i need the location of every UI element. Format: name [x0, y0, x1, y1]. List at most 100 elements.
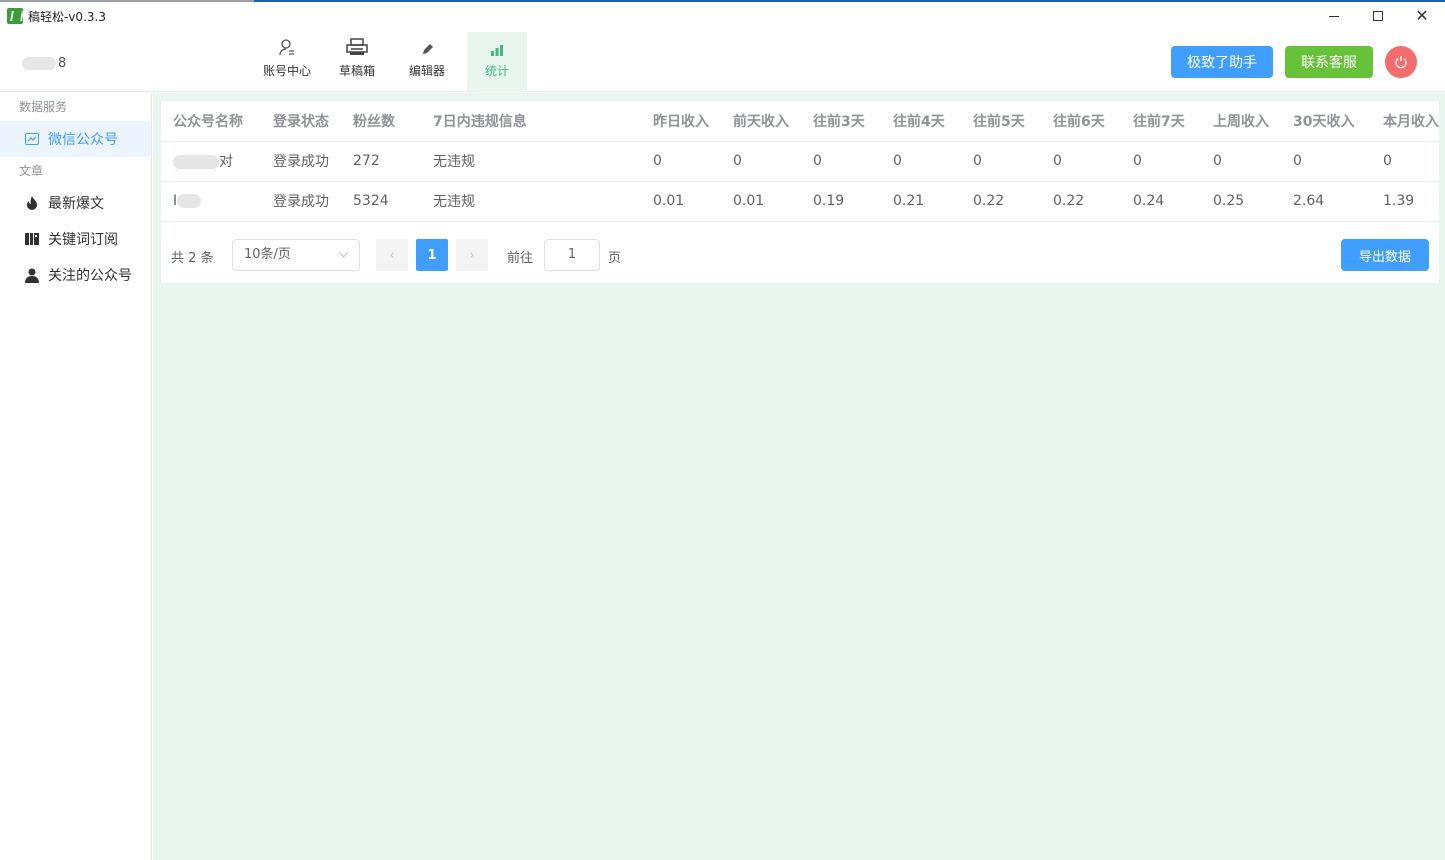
- income-cell: 0.25: [1201, 181, 1281, 222]
- pen-icon: [397, 32, 457, 58]
- power-button[interactable]: [1385, 46, 1417, 78]
- chevron-down-icon: [338, 247, 349, 258]
- sidebar-item-wechat[interactable]: 微信公众号: [0, 121, 151, 157]
- minimize-icon: [1329, 15, 1339, 17]
- income-cell: 0.22: [961, 181, 1041, 222]
- income-cell: 0: [1281, 141, 1371, 182]
- title-bar: 稿轻松-v0.3.3 ✕: [0, 0, 1445, 32]
- income-cell: 0: [1041, 141, 1121, 182]
- income-cell: 0: [641, 141, 721, 182]
- fans-cell: 5324: [341, 181, 421, 222]
- column-header[interactable]: 登录状态: [261, 101, 341, 142]
- account-name-redacted: [173, 155, 219, 169]
- column-header[interactable]: 往前6天: [1041, 101, 1121, 142]
- page-unit-label: 页: [608, 251, 622, 266]
- column-header[interactable]: 往前4天: [881, 101, 961, 142]
- login-status-cell: 登录成功: [261, 141, 341, 182]
- person-icon: [24, 267, 40, 283]
- income-cell: 0.24: [1121, 181, 1201, 222]
- printer-icon: [327, 32, 387, 58]
- export-data-button[interactable]: 导出数据: [1341, 239, 1429, 271]
- income-cell: 2.64: [1281, 181, 1371, 222]
- pagination: 共 2 条 10条/页 ‹ 1 › 前往 1 页 导出数据: [161, 229, 1439, 283]
- table-header-row: 公众号名称 登录状态 粉丝数 7日内违规信息 昨日收入 前天收入 往前3天 往前…: [161, 101, 1439, 142]
- income-cell: 0: [961, 141, 1041, 182]
- pagination-total: 共 2 条: [171, 251, 214, 266]
- close-icon: ✕: [1415, 6, 1429, 25]
- book-icon: [24, 231, 40, 247]
- sidebar-item-followed-accounts[interactable]: 关注的公众号: [0, 257, 151, 293]
- column-header[interactable]: 本月收入: [1371, 101, 1439, 142]
- page-size-select[interactable]: 10条/页: [232, 239, 360, 271]
- next-page-button[interactable]: ›: [456, 239, 488, 271]
- assistant-button[interactable]: 极致了助手: [1171, 46, 1273, 78]
- title-bar-accent: [254, 0, 1445, 2]
- income-cell: 0: [1121, 141, 1201, 182]
- violation-cell: 无违规: [421, 181, 641, 222]
- bar-chart-icon: [467, 32, 527, 58]
- nav-label: 账号中心: [262, 64, 311, 78]
- nav-drafts[interactable]: 草稿箱: [327, 32, 387, 92]
- title-bar-accent: [0, 0, 254, 2]
- main-content: 公众号名称 登录状态 粉丝数 7日内违规信息 昨日收入 前天收入 往前3天 往前…: [153, 93, 1445, 860]
- account-name-cell: 对: [161, 141, 261, 182]
- income-cell: 0.19: [801, 181, 881, 222]
- income-cell: 1.39: [1371, 181, 1439, 222]
- column-header[interactable]: 粉丝数: [341, 101, 421, 142]
- sidebar-item-label: 关注的公众号: [48, 268, 132, 284]
- account-name-cell: I: [161, 181, 261, 222]
- column-header[interactable]: 往前5天: [961, 101, 1041, 142]
- account-name-redacted: [177, 194, 202, 208]
- income-cell: 0.22: [1041, 181, 1121, 222]
- power-icon: [1395, 56, 1407, 69]
- column-header[interactable]: 往前3天: [801, 101, 881, 142]
- column-header[interactable]: 昨日收入: [641, 101, 721, 142]
- sidebar-item-label: 微信公众号: [48, 132, 118, 148]
- column-header[interactable]: 往前7天: [1121, 101, 1201, 142]
- column-header[interactable]: 上周收入: [1201, 101, 1281, 142]
- login-status-cell: 登录成功: [261, 181, 341, 222]
- income-cell: 0.21: [881, 181, 961, 222]
- sidebar: 数据服务 微信公众号 文章 最新爆文 关键词订阅 关注的公众号: [0, 93, 152, 860]
- sidebar-item-hot-articles[interactable]: 最新爆文: [0, 185, 151, 221]
- column-header[interactable]: 7日内违规信息: [421, 101, 641, 142]
- column-header[interactable]: 公众号名称: [161, 101, 261, 142]
- prev-page-button[interactable]: ‹: [376, 239, 408, 271]
- table-row: I 登录成功 5324 无违规 0.01 0.01 0.19 0.21 0.22…: [161, 181, 1439, 222]
- maximize-button[interactable]: [1358, 4, 1398, 28]
- table-row: 对 登录成功 272 无违规 0 0 0 0 0 0 0 0 0 0: [161, 141, 1439, 182]
- income-cell: 0: [1201, 141, 1281, 182]
- trend-chart-icon: [24, 131, 40, 147]
- nav-label: 草稿箱: [338, 64, 375, 78]
- page-number-button[interactable]: 1: [416, 239, 448, 271]
- income-cell: 0.01: [641, 181, 721, 222]
- income-cell: 0.01: [721, 181, 801, 222]
- contact-service-button[interactable]: 联系客服: [1285, 46, 1373, 78]
- sidebar-item-label: 关键词订阅: [48, 232, 118, 248]
- fire-icon: [24, 195, 40, 211]
- sidebar-item-label: 最新爆文: [48, 196, 104, 212]
- income-cell: 0: [1371, 141, 1439, 182]
- column-header[interactable]: 前天收入: [721, 101, 801, 142]
- income-cell: 0: [721, 141, 801, 182]
- violation-cell: 无违规: [421, 141, 641, 182]
- sidebar-item-keyword-subscription[interactable]: 关键词订阅: [0, 221, 151, 257]
- sidebar-group-article: 文章: [19, 164, 44, 178]
- minimize-button[interactable]: [1314, 4, 1354, 28]
- income-cell: 0: [801, 141, 881, 182]
- nav-account-center[interactable]: 账号中心: [257, 32, 317, 92]
- goto-label: 前往: [507, 251, 534, 266]
- goto-page-input[interactable]: 1: [544, 239, 600, 271]
- nav-editor[interactable]: 编辑器: [397, 32, 457, 92]
- column-header[interactable]: 30天收入: [1281, 101, 1371, 142]
- statistics-panel: 公众号名称 登录状态 粉丝数 7日内违规信息 昨日收入 前天收入 往前3天 往前…: [161, 101, 1439, 283]
- user-name: 8: [58, 56, 67, 71]
- income-cell: 0: [881, 141, 961, 182]
- close-button[interactable]: ✕: [1402, 4, 1442, 28]
- nav-label: 编辑器: [408, 64, 445, 78]
- nav-label: 统计: [484, 64, 509, 78]
- window-title: 稿轻松-v0.3.3: [28, 10, 106, 24]
- nav-statistics[interactable]: 统计: [467, 32, 527, 92]
- top-header: 8 账号中心 草稿箱 编辑器 统计 极致了助手 联系客服: [0, 32, 1445, 92]
- maximize-icon: [1373, 11, 1383, 21]
